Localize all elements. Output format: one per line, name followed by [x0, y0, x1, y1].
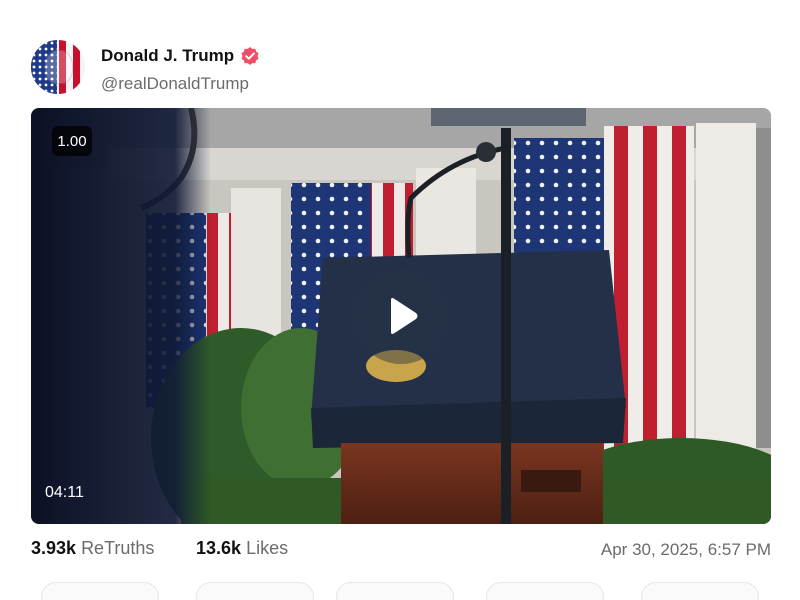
author-display-name[interactable]: Donald J. Trump	[101, 46, 234, 66]
likes-stat[interactable]: 13.6k Likes	[196, 538, 288, 559]
avatar-face	[45, 50, 73, 84]
post-header: Donald J. Trump @realDonaldTrump	[31, 40, 771, 96]
author-handle[interactable]: @realDonaldTrump	[101, 74, 249, 94]
video-duration: 04:11	[45, 484, 84, 501]
retruths-label: ReTruths	[81, 538, 155, 558]
likes-label: Likes	[246, 538, 289, 558]
action-button-like[interactable]	[336, 582, 454, 600]
play-button[interactable]	[353, 268, 449, 364]
action-button-retruth[interactable]	[196, 582, 314, 600]
video-player[interactable]: 1.00 04:11	[31, 108, 771, 524]
name-row: Donald J. Trump	[101, 46, 260, 66]
action-button-reply[interactable]	[41, 582, 159, 600]
post-timestamp[interactable]: Apr 30, 2025, 6:57 PM	[601, 540, 771, 560]
action-button-more[interactable]	[641, 582, 759, 600]
play-icon	[391, 298, 418, 334]
retruths-count: 3.93k	[31, 538, 77, 558]
verified-badge-icon	[241, 47, 259, 65]
avatar[interactable]	[31, 40, 85, 94]
likes-count: 13.6k	[196, 538, 242, 558]
action-button-share[interactable]	[486, 582, 604, 600]
action-bar	[31, 582, 771, 600]
retruths-stat[interactable]: 3.93k ReTruths	[31, 538, 154, 559]
playback-speed-badge[interactable]: 1.00	[52, 126, 92, 156]
post-stats: 3.93k ReTruths 13.6k Likes Apr 30, 2025,…	[31, 538, 771, 564]
